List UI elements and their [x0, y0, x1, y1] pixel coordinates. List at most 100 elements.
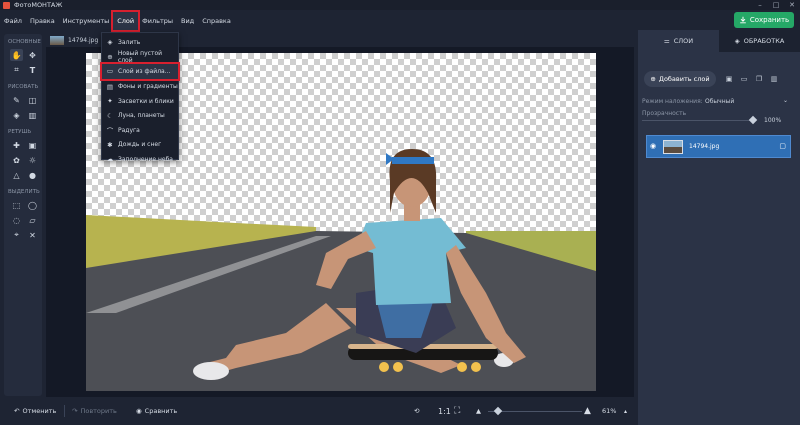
text-tool-icon[interactable]: T: [26, 64, 39, 76]
save-label: Сохранить: [749, 16, 790, 24]
ratio-label: 1:1: [438, 406, 451, 416]
move-tool-icon[interactable]: ✥: [26, 49, 39, 61]
close-button[interactable]: ✕: [784, 0, 800, 10]
polygon-lasso-icon[interactable]: ▱: [26, 214, 39, 226]
chevron-down-icon[interactable]: ⌄: [783, 97, 788, 104]
menu-item-layer-from-file[interactable]: ▭ Слой из файла...: [100, 62, 180, 81]
redo-button[interactable]: ↷ Повторить: [72, 407, 117, 415]
layer-name: 14794.jpg: [689, 143, 720, 150]
rect-select-icon[interactable]: ⬚: [10, 199, 23, 211]
eye-icon[interactable]: ◉: [650, 142, 656, 150]
menu-item-sky-fill[interactable]: ☁ Заполнение неба: [102, 152, 178, 167]
document-name: 14794.jpg: [68, 36, 99, 44]
divider: [64, 405, 65, 417]
minimize-button[interactable]: –: [752, 0, 768, 10]
menu-item-fill[interactable]: ◈ Залить: [102, 35, 178, 50]
crop-tool-icon[interactable]: ⌗: [10, 64, 23, 76]
menu-item-backgrounds[interactable]: ▤ Фоны и градиенты: [102, 80, 178, 95]
brush-tool-icon[interactable]: ✎: [10, 94, 23, 106]
rainbow-icon: ⌒: [106, 127, 114, 136]
app-window: ФотоМОНТАЖ – □ ✕ Файл Правка Инструменты…: [0, 0, 800, 425]
opacity-slider-handle[interactable]: [748, 115, 758, 125]
opacity-value: 100%: [764, 117, 782, 124]
menu-item-label: Заполнение неба: [118, 155, 173, 163]
stamp-tool-icon[interactable]: ▣: [26, 139, 39, 151]
zoom-out-icon[interactable]: ▲: [476, 407, 481, 415]
undo-label: Отменить: [22, 407, 57, 415]
redo-icon: ↷: [72, 407, 78, 415]
menu-item-label: Фоны и градиенты: [118, 83, 178, 91]
tab-layers-label: СЛОИ: [673, 37, 694, 45]
tab-layers[interactable]: ⚌ СЛОИ: [638, 30, 719, 52]
menu-layer[interactable]: Слой: [111, 10, 141, 32]
eye-icon: ◉: [136, 407, 142, 415]
zoom-slider-handle[interactable]: [493, 406, 503, 416]
sharpen-tool-icon[interactable]: △: [10, 169, 23, 181]
layers-panel: ⊕ Добавить слой ▣ ▭ ❐ ▥ Режим наложения:…: [638, 52, 800, 425]
fill-icon: ◈: [107, 38, 113, 47]
rotate-icon: ⟲: [414, 407, 420, 415]
fit-screen-icon: ⛶: [454, 406, 461, 416]
menu-help[interactable]: Справка: [198, 12, 235, 30]
layer-item[interactable]: ◉ 14794.jpg ▢: [646, 135, 791, 158]
menu-bar: Файл Правка Инструменты Слой Фильтры Вид…: [0, 10, 800, 32]
add-layer-label: Добавить слой: [658, 75, 710, 83]
menu-item-rain-snow[interactable]: ✱ Дождь и снег: [102, 138, 178, 153]
menu-item-moon[interactable]: ☾ Луна, планеты: [102, 109, 178, 124]
menu-filters[interactable]: Фильтры: [138, 12, 177, 30]
menu-file[interactable]: Файл: [0, 12, 26, 30]
menu-item-rainbow[interactable]: ⌒ Радуга: [102, 123, 178, 138]
healing-tool-icon[interactable]: ✚: [10, 139, 23, 151]
menu-tools[interactable]: Инструменты: [59, 12, 114, 30]
tab-processing[interactable]: ◈ ОБРАБОТКА: [719, 30, 800, 52]
menu-item-label: Дождь и снег: [118, 141, 162, 149]
menu-view[interactable]: Вид: [177, 12, 198, 30]
menu-item-new-empty-layer[interactable]: ⊕ Новый пустой слой: [102, 50, 178, 65]
save-button[interactable]: Сохранить: [734, 12, 794, 28]
layer-thumbnail: [663, 139, 683, 154]
actual-size-button[interactable]: 1:1: [438, 407, 451, 416]
hand-tool-icon[interactable]: ✋: [10, 49, 23, 61]
download-icon: [740, 16, 746, 24]
maximize-button[interactable]: □: [768, 0, 784, 10]
folder-icon[interactable]: ▭: [739, 74, 749, 84]
compare-button[interactable]: ◉ Сравнить: [136, 407, 177, 415]
tab-processing-label: ОБРАБОТКА: [743, 37, 785, 45]
menu-item-flares[interactable]: ✦ Засветки и блики: [102, 94, 178, 109]
menu-edit[interactable]: Правка: [26, 12, 59, 30]
blend-mode-select[interactable]: Обычный: [705, 98, 734, 105]
compare-label: Сравнить: [144, 407, 178, 415]
layer-menu-dropdown: ◈ Залить ⊕ Новый пустой слой ▭ Слой из ф…: [100, 32, 180, 163]
gradient-tool-icon[interactable]: ▥: [26, 109, 39, 121]
document-thumbnail: [50, 35, 64, 45]
menu-item-label: Слой из файла...: [118, 67, 171, 75]
left-toolbar: ОСНОВНЫЕ ✋ ✥ ⌗ T РИСОВАТЬ ✎ ◫ ◈ ▥ РЕТУШЬ…: [4, 34, 42, 396]
magic-wand-icon[interactable]: ✕: [26, 229, 39, 241]
menu-item-label: Залить: [118, 38, 141, 46]
zoom-menu-icon[interactable]: ▴: [624, 408, 627, 415]
sparkle-icon: ✦: [107, 97, 113, 106]
undo-button[interactable]: ↶ Отменить: [14, 407, 56, 415]
zoom-value: 61%: [602, 407, 617, 415]
opacity-slider[interactable]: [642, 120, 754, 121]
ellipse-select-icon[interactable]: ◯: [26, 199, 39, 211]
fill-tool-icon[interactable]: ◈: [10, 109, 23, 121]
drop-tool-icon[interactable]: ●: [26, 169, 39, 181]
section-basic: ОСНОВНЫЕ: [8, 39, 41, 45]
duplicate-icon[interactable]: ❐: [754, 74, 764, 84]
lock-icon[interactable]: ▢: [779, 142, 786, 150]
dodge-tool-icon[interactable]: ☼: [26, 154, 39, 166]
zoom-in-icon[interactable]: ▲: [584, 406, 591, 416]
magic-select-icon[interactable]: ⌖: [10, 229, 23, 241]
blur-tool-icon[interactable]: ✿: [10, 154, 23, 166]
fit-screen-button[interactable]: ⛶: [454, 406, 460, 416]
eraser-tool-icon[interactable]: ◫: [26, 94, 39, 106]
image-layer-icon[interactable]: ▣: [724, 74, 734, 84]
plus-circle-icon: ⊕: [107, 52, 113, 61]
lasso-select-icon[interactable]: ◌: [10, 214, 23, 226]
snowflake-icon: ✱: [107, 140, 113, 149]
bottom-bar: ↶ Отменить ↷ Повторить ◉ Сравнить ⟲ 1:1 …: [0, 397, 634, 425]
rotate-button[interactable]: ⟲: [414, 407, 419, 415]
trash-icon[interactable]: ▥: [769, 74, 779, 84]
add-layer-button[interactable]: ⊕ Добавить слой: [644, 71, 716, 87]
